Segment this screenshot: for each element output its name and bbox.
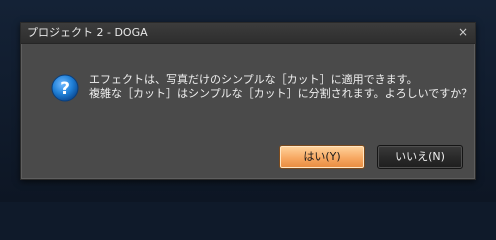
message-line-2: 複雑な［カット］はシンプルな［カット］に分割されます。よろしいですか？ — [89, 87, 473, 100]
dialog-message: エフェクトは、写真だけのシンプルな［カット］に適用できます。 複雑な［カット］は… — [89, 73, 473, 101]
confirm-dialog: プロジェクト 2 - DOGA × ? エフェクトは、写真だけのシンプルな［カッ… — [20, 22, 476, 180]
close-icon[interactable]: × — [456, 25, 470, 39]
no-button[interactable]: いいえ(N) — [377, 145, 463, 169]
dialog-titlebar[interactable]: プロジェクト 2 - DOGA × — [21, 23, 475, 44]
question-icon: ? — [51, 74, 79, 102]
svg-text:?: ? — [60, 79, 70, 99]
dialog-title: プロジェクト 2 - DOGA — [27, 26, 148, 39]
message-line-1: エフェクトは、写真だけのシンプルな［カット］に適用できます。 — [89, 73, 418, 86]
yes-button[interactable]: はい(Y) — [279, 145, 365, 169]
